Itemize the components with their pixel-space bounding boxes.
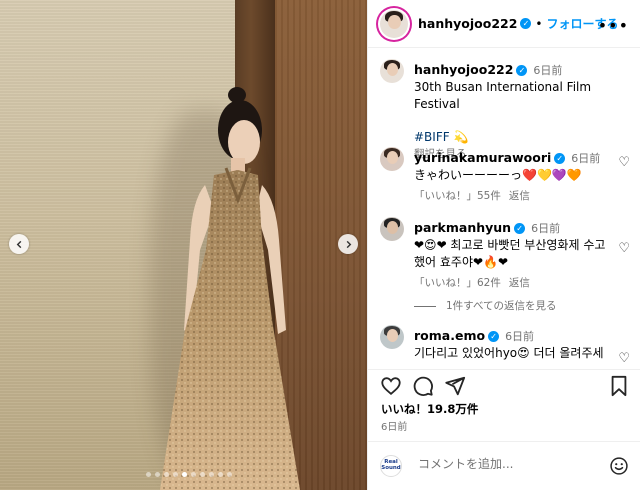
- chevron-left-icon: [16, 240, 21, 248]
- post-side-panel: hanhyojoo222 ✓ • フォローする ••• hanhyojoo222…: [367, 0, 640, 490]
- likes-count[interactable]: いいね！19.8万件: [381, 401, 478, 417]
- view-replies-label: 1件すべての返信を見る: [446, 300, 557, 312]
- view-replies-link[interactable]: 1件すべての返信を見る: [414, 298, 557, 313]
- carousel-dot: [146, 472, 151, 477]
- comment-likes[interactable]: 「いいね！」62件: [414, 277, 501, 289]
- post-media[interactable]: [0, 0, 367, 490]
- commenter-avatar[interactable]: [380, 147, 404, 171]
- smiley-icon[interactable]: [609, 456, 629, 476]
- reply-button[interactable]: 返信: [509, 190, 530, 202]
- post-photo-person: [160, 87, 300, 490]
- paper-plane-icon[interactable]: [444, 375, 466, 397]
- comment-item: parkmanhyun ✓ 6日前 ❤😍❤ 최고로 바빳던 부산영화제 수고했어 효…: [380, 217, 630, 297]
- real-sound-logo: Real Sound: [381, 459, 401, 471]
- comment-time[interactable]: 6日前: [505, 330, 534, 343]
- more-icon[interactable]: •••: [598, 16, 629, 35]
- carousel-dot: [218, 472, 223, 477]
- verified-badge-icon: ✓: [516, 65, 528, 76]
- caption-text: 30th Busan International Film Festival: [414, 80, 592, 111]
- comment-icon[interactable]: [412, 375, 434, 397]
- verified-badge-icon: ✓: [520, 18, 532, 29]
- caption-time[interactable]: 6日前: [533, 64, 562, 77]
- author-username[interactable]: hanhyojoo222: [418, 16, 517, 31]
- comment-username[interactable]: yurinakamurawoori: [414, 150, 551, 165]
- caption-username[interactable]: hanhyojoo222: [414, 62, 513, 77]
- carousel-dot: [209, 472, 214, 477]
- add-comment-bar: Real Sound: [368, 441, 640, 490]
- heart-icon[interactable]: ♡: [618, 351, 630, 366]
- post-actions: いいね！19.8万件 6日前: [368, 369, 640, 449]
- caption: hanhyojoo222 ✓ 6日前 30th Busan Internationa…: [380, 59, 630, 160]
- carousel-prev-button[interactable]: [9, 234, 29, 254]
- comment-input[interactable]: [418, 457, 598, 471]
- comment-item: yurinakamurawoori ✓ 6日前 きゃわいーーーーっ❤️💛💜🧡 「いい…: [380, 147, 630, 207]
- author-avatar[interactable]: [380, 9, 408, 38]
- carousel-dot: [164, 472, 169, 477]
- comment-text: ❤😍❤ 최고로 바빳던 부산영화제 수고했어 효주야❤🔥❤: [414, 238, 606, 269]
- comment-username[interactable]: roma.emo: [414, 328, 485, 343]
- heart-icon[interactable]: ♡: [618, 155, 630, 170]
- caption-author-avatar[interactable]: [380, 59, 404, 83]
- post-header: hanhyojoo222 ✓ • フォローする •••: [368, 0, 640, 48]
- comment-text: きゃわいーーーーっ❤️💛💜🧡: [414, 168, 582, 182]
- heart-icon[interactable]: ♡: [618, 241, 630, 256]
- commenter-avatar[interactable]: [380, 325, 404, 349]
- verified-badge-icon: ✓: [514, 223, 526, 234]
- separator-dot: •: [535, 16, 543, 31]
- comments-list[interactable]: hanhyojoo222 ✓ 6日前 30th Busan Internationa…: [368, 49, 640, 369]
- carousel-dot: [227, 472, 232, 477]
- comment-text: 기다리고 있었어hyo😍 더더 올려주세: [414, 346, 604, 360]
- post-time[interactable]: 6日前: [381, 418, 407, 433]
- replies-divider: [414, 305, 436, 307]
- hashtag-emoji: 💫: [453, 130, 469, 144]
- carousel-next-button[interactable]: [338, 234, 358, 254]
- bookmark-icon[interactable]: [609, 375, 629, 397]
- carousel-dot: [191, 472, 196, 477]
- comment-item: roma.emo ✓ 6日前 기다리고 있었어hyo😍 더더 올려주세 ♡: [380, 325, 630, 369]
- heart-icon[interactable]: [380, 375, 402, 397]
- reply-button[interactable]: 返信: [509, 277, 530, 289]
- comment-username[interactable]: parkmanhyun: [414, 220, 511, 235]
- verified-badge-icon: ✓: [488, 331, 500, 342]
- carousel-dot: [173, 472, 178, 477]
- verified-badge-icon: ✓: [554, 153, 566, 164]
- carousel-dot: [155, 472, 160, 477]
- hashtag-link[interactable]: #BIFF: [414, 130, 450, 144]
- comment-time[interactable]: 6日前: [531, 222, 560, 235]
- carousel-dot: [182, 472, 187, 477]
- comment-time[interactable]: 6日前: [571, 152, 600, 165]
- comment-likes[interactable]: 「いいね！」55件: [414, 190, 501, 202]
- commenter-avatar[interactable]: [380, 217, 404, 241]
- current-user-avatar: Real Sound: [380, 455, 402, 477]
- carousel-indicator: [146, 472, 232, 477]
- chevron-right-icon: [346, 240, 351, 248]
- carousel-dot: [200, 472, 205, 477]
